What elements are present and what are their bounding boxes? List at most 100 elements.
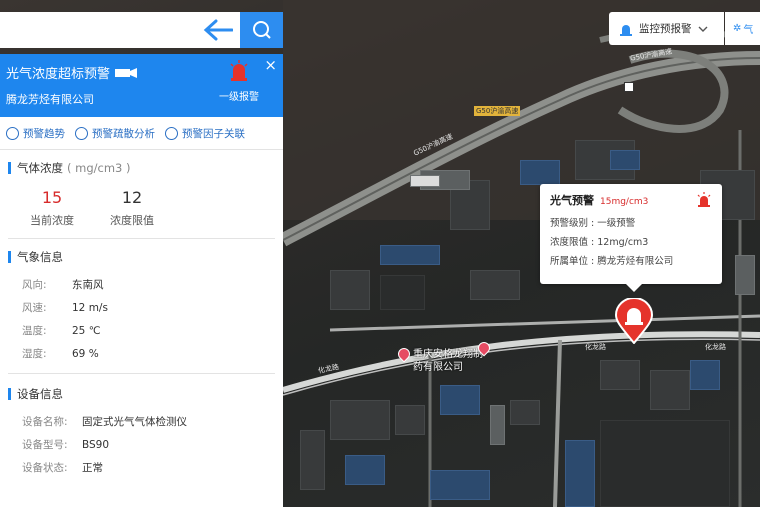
section-title: 气体浓度 ( mg/cm3 ) — [8, 150, 275, 184]
weather-row: 温度: 25 ℃ — [8, 319, 275, 342]
map-pin-icon — [475, 339, 493, 357]
weather-row: 风向: 东南风 — [8, 273, 275, 296]
row-value: 69 % — [72, 347, 99, 360]
alarm-map-marker[interactable] — [614, 298, 654, 344]
row-key: 设备名称: — [22, 416, 68, 428]
panel-title: 光气浓度超标预警 — [6, 63, 138, 82]
section-marker — [8, 162, 11, 174]
company-name: 腾龙芳烃有限公司 — [6, 93, 94, 106]
camera-icon — [115, 67, 138, 78]
map-building — [330, 400, 390, 440]
alarm-indicator: 一级报警 — [208, 60, 270, 103]
popup-title: 光气预警 — [550, 194, 594, 207]
map-building — [520, 160, 560, 185]
siren-icon — [620, 24, 632, 36]
row-value: 固定式光气气体检测仪 — [82, 416, 187, 428]
map-pin-icon — [395, 345, 413, 363]
action-bar: 预警趋势 预警疏散分析 预警因子关联 — [0, 117, 283, 150]
limit-label: 浓度限值 — [110, 214, 154, 227]
row-value: BS90 — [82, 438, 110, 451]
device-row: 设备型号: BS90 — [8, 433, 275, 456]
popup-value: 15mg/cm3 — [600, 197, 649, 207]
poi-marker[interactable]: 重庆安格龙翔制药有限公司 — [395, 345, 488, 374]
map-building — [735, 255, 755, 295]
map-building — [650, 370, 690, 410]
monitor-alarm-dropdown[interactable]: 监控预报警 — [609, 12, 724, 45]
chevron-down-icon — [698, 26, 707, 32]
popup-header: 光气预警 15mg/cm3 — [550, 192, 712, 208]
row-key: 设备状态: — [22, 462, 68, 474]
device-row: 设备名称: 固定式光气气体检测仪 — [8, 410, 275, 433]
action-trend[interactable]: 预警趋势 — [6, 126, 65, 141]
siren-icon — [697, 192, 711, 207]
action-label: 预警趋势 — [23, 127, 65, 140]
search-icon — [252, 21, 271, 39]
current-value: 15 — [41, 188, 63, 207]
row-value: 东南风 — [72, 279, 104, 291]
search-input[interactable] — [0, 12, 196, 48]
map-building — [600, 360, 640, 390]
snowflake-icon: ✲ — [733, 23, 742, 34]
section-marker — [8, 251, 11, 263]
map-building — [300, 430, 325, 490]
poi-label: 重庆安格龙翔制药有限公司 — [413, 349, 483, 373]
weather-section: 气象信息 风向: 东南风 风速: 12 m/s 温度: 25 ℃ 湿度: 69 % — [8, 239, 275, 374]
section-title-text: 设备信息 — [17, 387, 63, 401]
limit-value: 12 — [121, 188, 143, 207]
search-button[interactable] — [240, 12, 283, 48]
section-title: 气象信息 — [8, 239, 275, 273]
section-title-text: 气体浓度 — [17, 161, 63, 175]
row-key: 湿度: — [22, 348, 47, 360]
limit-concentration: 12 浓度限值 — [92, 188, 172, 228]
panel-header: 光气浓度超标预警 腾龙芳烃有限公司 × 一级报警 — [0, 54, 283, 117]
road-label: 化龙路 — [705, 343, 726, 351]
popup-row: 预警级别 : 一级预警 — [550, 218, 636, 229]
map-building — [490, 405, 505, 445]
popup-row: 浓度限值 : 12mg/cm3 — [550, 237, 649, 248]
map-building — [690, 360, 720, 390]
map-building — [440, 385, 480, 415]
map-building — [430, 470, 490, 500]
row-value: 正常 — [82, 462, 103, 474]
map-building — [380, 245, 440, 265]
map-building — [470, 270, 520, 300]
alert-popup: 光气预警 15mg/cm3 预警级别 : 一级预警 浓度限值 : 12mg/cm… — [540, 184, 722, 292]
map-building — [565, 440, 595, 507]
monitor-label: 监控预报警 — [639, 23, 692, 35]
checkbox-icon[interactable] — [624, 82, 634, 92]
map-building — [345, 455, 385, 485]
action-evacuation[interactable]: 预警疏散分析 — [75, 126, 155, 141]
map-building — [610, 150, 640, 170]
current-concentration: 15 当前浓度 — [12, 188, 92, 228]
section-title-text: 气象信息 — [17, 250, 63, 264]
current-label: 当前浓度 — [30, 214, 74, 227]
action-label: 预警疏散分析 — [92, 127, 155, 140]
alert-detail-panel: 光气浓度超标预警 腾龙芳烃有限公司 × 一级报警 预警趋势 预警疏散分析 预警因… — [0, 54, 283, 507]
road-label: 化龙路 — [585, 343, 606, 351]
row-value: 12 m/s — [72, 301, 108, 314]
road-label: G50沪渝高速 — [474, 106, 521, 116]
siren-icon — [230, 60, 248, 81]
map-building — [600, 420, 730, 507]
row-key: 风速: — [22, 302, 47, 314]
poi-marker-2[interactable] — [475, 339, 493, 357]
trend-icon — [75, 126, 88, 140]
section-title: 设备信息 — [8, 374, 275, 410]
concentration-section: 气体浓度 ( mg/cm3 ) 15 当前浓度 12 浓度限值 — [8, 150, 275, 239]
back-button[interactable] — [196, 12, 240, 48]
section-marker — [8, 388, 11, 400]
device-row: 设备状态: 正常 — [8, 456, 275, 479]
action-label: 预警因子关联 — [182, 127, 245, 140]
concentration-values: 15 当前浓度 12 浓度限值 — [8, 184, 275, 238]
panel-title-text: 光气浓度超标预警 — [6, 67, 111, 82]
weather-row: 湿度: 69 % — [8, 342, 275, 365]
device-section: 设备信息 设备名称: 固定式光气气体检测仪 设备型号: BS90 设备状态: 正常 — [8, 374, 275, 479]
map-building — [410, 175, 440, 187]
gas-layer-button[interactable]: ✲ 气 — [725, 12, 760, 45]
unit-label: ( mg/cm3 ) — [67, 161, 131, 175]
row-value: 25 ℃ — [72, 324, 101, 337]
map-building — [510, 400, 540, 425]
row-key: 温度: — [22, 325, 47, 337]
compass-icon — [165, 126, 178, 140]
action-correlation[interactable]: 预警因子关联 — [165, 126, 245, 141]
